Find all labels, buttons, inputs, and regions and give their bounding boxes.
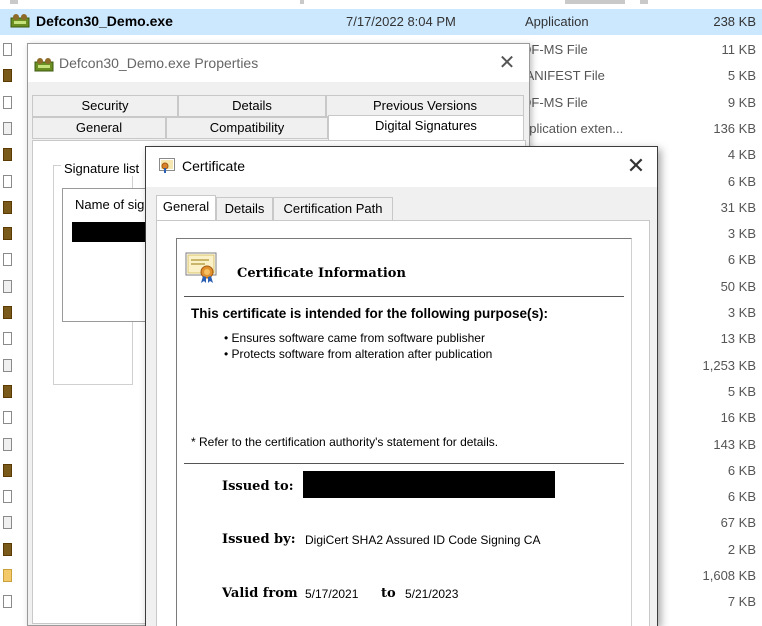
valid-to-label: to: [381, 586, 396, 601]
file-size: 4 KB: [727, 147, 756, 162]
redacted-signer: [72, 222, 152, 242]
file-size: 143 KB: [713, 437, 756, 452]
tab-digital-signatures[interactable]: Digital Signatures: [328, 115, 524, 141]
document-icon: [3, 332, 12, 345]
file-size: 1,253 KB: [702, 358, 757, 373]
valid-from-label: Valid from: [222, 586, 298, 601]
file-size: 3 KB: [727, 226, 756, 241]
purpose-item: • Protects software from alteration afte…: [224, 347, 493, 361]
document-icon: [3, 43, 12, 56]
file-type: DF-MS File: [522, 95, 588, 110]
document-icon: [3, 411, 12, 424]
file-size: 67 KB: [720, 515, 756, 530]
settings-file-icon: [3, 359, 12, 372]
application-icon: [3, 227, 12, 240]
settings-file-icon: [3, 122, 12, 135]
file-size: 3 KB: [727, 305, 756, 320]
file-type: pplication exten...: [522, 121, 624, 136]
file-size: 11 KB: [721, 42, 756, 57]
close-icon[interactable]: ✕: [623, 153, 649, 179]
document-icon: [3, 253, 12, 266]
signature-list-label: Signature list: [61, 161, 143, 176]
divider: [184, 463, 624, 464]
application-icon: [3, 464, 12, 477]
settings-file-icon: [3, 516, 12, 529]
file-size: 1,608 KB: [702, 568, 757, 583]
file-size: 6 KB: [727, 489, 756, 504]
file-size: 2 KB: [727, 542, 756, 557]
document-icon: [3, 175, 12, 188]
file-size: 6 KB: [727, 463, 756, 478]
valid-to-value: 5/21/2023: [405, 587, 459, 601]
tab-general[interactable]: General: [32, 117, 166, 139]
certificate-general-panel: Certificate Information This certificate…: [156, 220, 650, 626]
folder-icon: [3, 569, 12, 582]
file-size: 6 KB: [727, 252, 756, 267]
file-size: 50 KB: [720, 279, 756, 294]
tab-security[interactable]: Security: [32, 95, 178, 117]
settings-file-icon: [3, 280, 12, 293]
redacted-issued-to: [303, 471, 555, 498]
certificate-ribbon-icon: [185, 252, 217, 283]
document-icon: [3, 96, 12, 109]
name-of-signer-header[interactable]: Name of sig: [75, 197, 144, 212]
application-icon: [10, 14, 30, 28]
certificate-information-heading: Certificate Information: [237, 266, 406, 281]
file-size: 7 KB: [727, 594, 756, 609]
tab-general[interactable]: General: [156, 195, 216, 221]
settings-file-icon: [3, 438, 12, 451]
application-icon: [34, 58, 54, 72]
file-type: Application: [525, 14, 589, 29]
certificate-title: Certificate: [182, 158, 246, 174]
issued-to-label: Issued to:: [222, 479, 294, 494]
file-type: IANIFEST File: [522, 68, 605, 83]
file-size: 5 KB: [727, 384, 756, 399]
application-icon: [3, 148, 12, 161]
file-type: DF-MS File: [522, 42, 588, 57]
tab-details[interactable]: Details: [216, 197, 273, 221]
file-size: 13 KB: [720, 331, 756, 346]
tab-previous-versions[interactable]: Previous Versions: [326, 95, 524, 117]
document-icon: [3, 490, 12, 503]
issued-by-value: DigiCert SHA2 Assured ID Code Signing CA: [305, 533, 541, 547]
application-icon: [3, 201, 12, 214]
valid-from-value: 5/17/2021: [305, 587, 359, 601]
file-size: 6 KB: [727, 174, 756, 189]
purpose-item: • Ensures software came from software pu…: [224, 331, 485, 345]
tab-certification-path[interactable]: Certification Path: [273, 197, 393, 221]
close-icon[interactable]: ✕: [495, 50, 519, 75]
file-size: 238 KB: [713, 14, 756, 29]
tab-details[interactable]: Details: [178, 95, 326, 117]
application-icon: [3, 385, 12, 398]
issued-by-label: Issued by:: [222, 532, 296, 547]
divider: [184, 296, 624, 297]
authority-statement-note: * Refer to the certification authority's…: [191, 435, 499, 449]
file-size: 31 KB: [720, 200, 756, 215]
file-size: 9 KB: [727, 95, 756, 110]
file-size: 5 KB: [727, 68, 756, 83]
file-size: 16 KB: [720, 410, 756, 425]
purpose-heading: This certificate is intended for the fol…: [191, 306, 549, 321]
document-icon: [3, 595, 12, 608]
tab-compatibility[interactable]: Compatibility: [166, 117, 328, 139]
application-icon: [3, 306, 12, 319]
certificate-body: General Details Certification Path Certi…: [146, 187, 657, 626]
file-name[interactable]: Defcon30_Demo.exe: [36, 13, 173, 29]
certificate-icon: [159, 158, 175, 173]
application-icon: [3, 543, 12, 556]
certificate-info-box: Certificate Information This certificate…: [176, 238, 632, 626]
file-size: 136 KB: [713, 121, 756, 136]
list-top-edge: [0, 0, 762, 8]
application-icon: [3, 69, 12, 82]
certificate-dialog: Certificate ✕ General Details Certificat…: [145, 146, 658, 626]
certificate-titlebar[interactable]: Certificate ✕: [146, 147, 657, 187]
file-date: 7/17/2022 8:04 PM: [346, 14, 456, 29]
properties-title: Defcon30_Demo.exe Properties: [59, 55, 259, 71]
properties-titlebar[interactable]: Defcon30_Demo.exe Properties ✕: [28, 44, 529, 82]
